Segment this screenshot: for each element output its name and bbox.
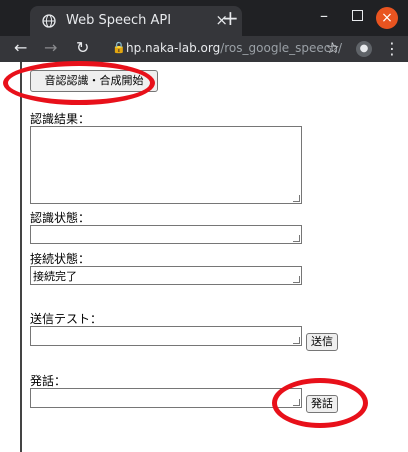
resize-grip-icon[interactable]: [293, 337, 300, 344]
speech-textarea[interactable]: [30, 388, 302, 408]
result-label: 認識結果：: [30, 112, 91, 126]
state-textarea[interactable]: [30, 225, 302, 244]
resize-grip-icon[interactable]: [293, 276, 300, 283]
speech-label: 発話：: [30, 374, 67, 388]
menu-icon[interactable]: ⋮: [384, 39, 400, 58]
close-window-button[interactable]: ×: [376, 7, 398, 29]
new-tab-button[interactable]: +: [222, 6, 239, 30]
browser-window: Web Speech API × + – × ← → ↻ 🔒 hp.naka-l…: [0, 0, 408, 452]
globe-icon: [42, 14, 56, 28]
send-test-label: 送信テスト：: [30, 312, 103, 326]
url-host: hp.naka-lab.org: [126, 41, 221, 55]
forward-button[interactable]: →: [44, 38, 57, 57]
reload-button[interactable]: ↻: [76, 38, 89, 57]
profile-icon[interactable]: ●: [356, 41, 372, 57]
resize-grip-icon[interactable]: [293, 195, 300, 202]
bookmark-star-icon[interactable]: ☆: [326, 39, 339, 57]
address-bar[interactable]: 🔒 hp.naka-lab.org/ros_google_speech/: [104, 38, 342, 60]
back-button[interactable]: ←: [14, 38, 27, 57]
minimize-button[interactable]: –: [320, 6, 328, 25]
result-textarea[interactable]: [30, 126, 302, 204]
state-label: 認識状態：: [30, 211, 91, 225]
annotation-circle-speak-button: [272, 378, 368, 428]
resize-grip-icon[interactable]: [293, 235, 300, 242]
tab-title: Web Speech API: [66, 13, 172, 28]
connection-label: 接続状態：: [30, 252, 91, 266]
browser-toolbar: ← → ↻ 🔒 hp.naka-lab.org/ros_google_speec…: [0, 36, 408, 62]
tab-strip: Web Speech API × + – ×: [0, 0, 408, 36]
url-path: /ros_google_speech/: [220, 41, 343, 55]
send-button[interactable]: 送信: [306, 333, 338, 351]
connection-textarea[interactable]: 接続完了: [30, 266, 302, 285]
annotation-circle-start-button: [3, 61, 155, 105]
url-text: hp.naka-lab.org/ros_google_speech/: [126, 41, 342, 55]
send-test-textarea[interactable]: [30, 326, 302, 346]
lock-icon: 🔒: [112, 41, 126, 54]
maximize-button[interactable]: [352, 10, 363, 21]
tab-web-speech-api[interactable]: Web Speech API ×: [30, 6, 242, 36]
connection-value: 接続完了: [33, 270, 77, 283]
